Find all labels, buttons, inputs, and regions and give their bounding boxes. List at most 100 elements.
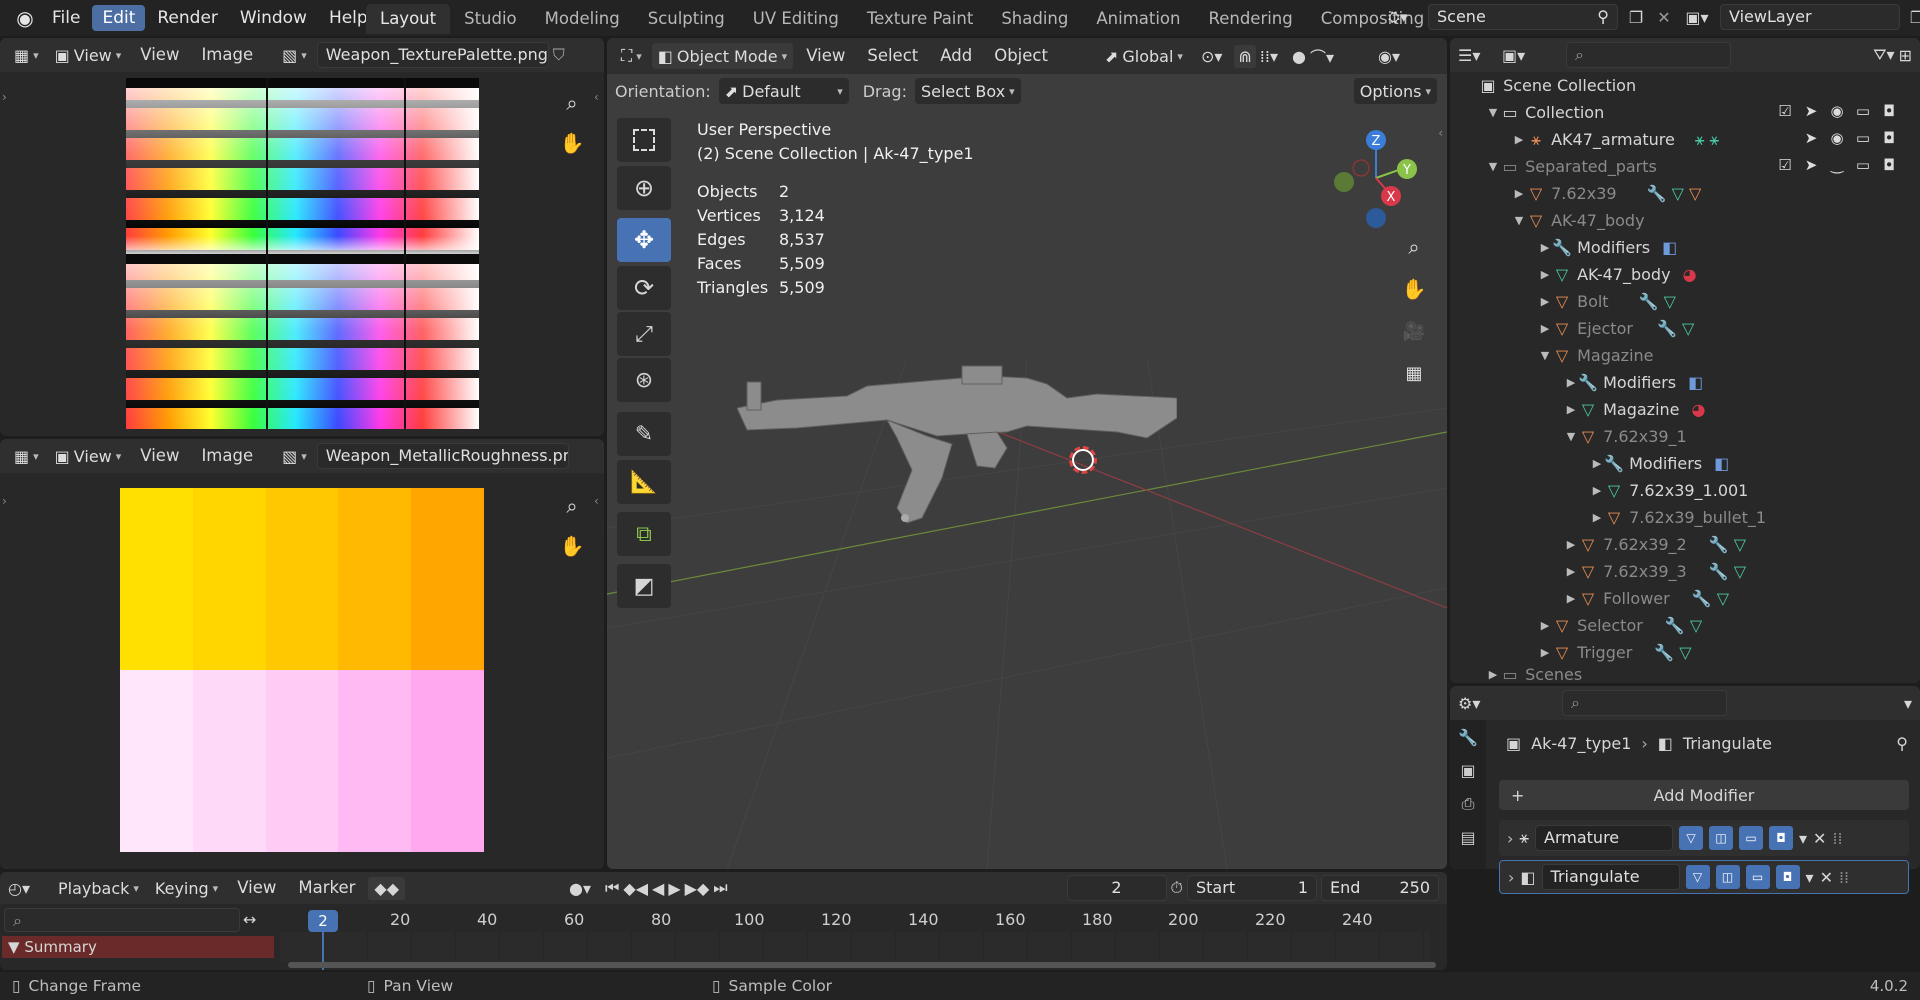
- expand-triangle-icon[interactable]: ▶: [1538, 646, 1552, 659]
- output-tab-icon[interactable]: ⎙: [1450, 794, 1486, 814]
- annotate-tool-icon[interactable]: ✎: [617, 412, 671, 456]
- menu-select[interactable]: Select: [858, 43, 927, 69]
- menu-view[interactable]: View: [131, 42, 188, 68]
- move-tool-icon[interactable]: ✥: [617, 218, 671, 262]
- tree-item[interactable]: ▶ ▽ Bolt 🔧 ▽: [1538, 288, 1676, 315]
- checkbox-icon[interactable]: ☑: [1774, 102, 1796, 120]
- tree-item[interactable]: ▣ Scene Collection: [1478, 72, 1636, 99]
- menu-image[interactable]: Image: [192, 443, 262, 469]
- drag-handle-icon[interactable]: ⁞⁞: [1839, 868, 1849, 887]
- image-browse-icon[interactable]: ▧ ▾: [276, 443, 313, 469]
- collapse-triangle-icon[interactable]: ▼: [1512, 214, 1526, 227]
- pan-hand-icon[interactable]: ✋: [555, 529, 589, 563]
- 3d-viewport[interactable]: ⛶ ▾ ◧ Object Mode ▾ View Select Add Object…: [607, 38, 1447, 869]
- prev-key-icon[interactable]: ◆◀: [623, 879, 648, 898]
- scene-selector-icon[interactable]: ⛭▾: [1388, 8, 1422, 26]
- view-mode-dropdown[interactable]: ▣ View ▾: [49, 42, 128, 68]
- snap-magnet-icon[interactable]: ⋒: [1234, 44, 1256, 68]
- tree-item[interactable]: ▼ ▭ Collection: [1486, 99, 1604, 126]
- tree-item[interactable]: ▶ 🔧 Modifiers ◧: [1538, 234, 1677, 261]
- jump-end-icon[interactable]: ⏭: [713, 878, 727, 898]
- summary-channel[interactable]: ▼ Summary: [2, 936, 274, 958]
- camera-frame-tool-icon[interactable]: ◩: [617, 564, 671, 608]
- filter-icon[interactable]: ⛛▾: [1873, 45, 1894, 65]
- menu-image[interactable]: Image: [192, 42, 262, 68]
- select-arrow-icon[interactable]: ➤: [1800, 102, 1822, 120]
- camera-render-icon[interactable]: ◘: [1878, 102, 1900, 120]
- keying-dropdown[interactable]: Keying ▾: [149, 875, 224, 901]
- edit-mode-toggle-icon[interactable]: ▽: [1685, 865, 1710, 889]
- monitor-icon[interactable]: ▭: [1852, 156, 1874, 174]
- menu-edit[interactable]: Edit: [92, 5, 146, 31]
- camera-render-icon[interactable]: ◘: [1878, 129, 1900, 147]
- collapse-arrow-icon[interactable]: ‹: [594, 494, 599, 508]
- eye-icon[interactable]: ◉: [1826, 129, 1848, 147]
- collapse-triangle-icon[interactable]: ▼: [1486, 160, 1500, 173]
- tree-item[interactable]: ▶ ▽ 7.62x39 🔧 ▽ ▽: [1512, 180, 1702, 207]
- expand-arrow-icon[interactable]: ›: [2, 494, 7, 508]
- image-name-field[interactable]: Weapon_MetallicRoughness.png: [316, 443, 569, 469]
- eye-closed-icon[interactable]: ‿: [1826, 156, 1848, 174]
- edit-mode-toggle-icon[interactable]: ▽: [1679, 826, 1704, 850]
- properties-search-input[interactable]: ⌕: [1562, 690, 1727, 716]
- 3d-cursor-icon[interactable]: [1069, 446, 1097, 474]
- viewport-toggle-icon[interactable]: ▭: [1745, 865, 1770, 889]
- render-toggle-icon[interactable]: ◘: [1775, 865, 1800, 889]
- monitor-icon[interactable]: ▭: [1852, 102, 1874, 120]
- expand-triangle-icon[interactable]: ▶: [1538, 295, 1552, 308]
- cursor-tool-icon[interactable]: ⊕: [617, 166, 671, 210]
- timeline-track[interactable]: [280, 932, 1430, 962]
- collapse-arrow-icon[interactable]: ‹: [594, 90, 599, 104]
- tab-layout[interactable]: Layout: [366, 4, 451, 34]
- editor-type-icon[interactable]: ◴▾: [8, 879, 48, 898]
- swap-icon[interactable]: ↔: [243, 910, 256, 929]
- remove-modifier-icon[interactable]: ✕: [1820, 868, 1833, 887]
- select-box-tool-icon[interactable]: [617, 118, 671, 162]
- jump-start-icon[interactable]: ⏮: [605, 878, 619, 898]
- collapse-triangle-icon[interactable]: ▼: [1564, 430, 1578, 443]
- tab-rendering[interactable]: Rendering: [1194, 4, 1306, 34]
- expand-triangle-icon[interactable]: ▶: [1538, 268, 1552, 281]
- tree-item[interactable]: ▼ ▽ Magazine: [1538, 342, 1654, 369]
- zoom-icon[interactable]: ⌕: [555, 86, 589, 120]
- blender-logo-icon[interactable]: ◉: [10, 6, 40, 30]
- expand-chevron-icon[interactable]: ›: [1507, 829, 1513, 848]
- play-reverse-icon[interactable]: ◀: [652, 879, 664, 898]
- end-frame-field[interactable]: End 250: [1321, 875, 1439, 901]
- drag-handle-icon[interactable]: ⁞⁞: [1832, 829, 1842, 848]
- visibility-icon[interactable]: ◉▾: [1378, 47, 1400, 66]
- dropdown-chevron-icon[interactable]: ▾: [1799, 829, 1807, 848]
- falloff-icon[interactable]: ⌒▾: [1310, 44, 1334, 68]
- transform-orientation-dropdown[interactable]: ⬈ Global ▾: [1099, 43, 1189, 69]
- render-tab-icon[interactable]: ▣: [1450, 761, 1486, 780]
- tab-modeling[interactable]: Modeling: [531, 4, 634, 34]
- modifier-armature[interactable]: › ⚹ Armature ▽ ◫ ▭ ◘ ▾ ✕ ⁞⁞: [1499, 820, 1909, 856]
- start-frame-field[interactable]: Start 1: [1187, 875, 1317, 901]
- render-toggle-icon[interactable]: ◘: [1769, 826, 1794, 850]
- playback-dropdown[interactable]: Playback ▾: [52, 875, 145, 901]
- camera-icon[interactable]: 🎥: [1397, 314, 1431, 348]
- expand-triangle-icon[interactable]: ▶: [1512, 187, 1526, 200]
- menu-add[interactable]: Add: [931, 43, 981, 69]
- editor-type-icon[interactable]: ⛶ ▾: [615, 43, 648, 69]
- ak47-model[interactable]: [737, 358, 1177, 558]
- tab-studio[interactable]: Studio: [450, 4, 531, 34]
- menu-file[interactable]: File: [42, 5, 90, 31]
- expand-triangle-icon[interactable]: ▶: [1590, 511, 1604, 524]
- checkbox-icon[interactable]: ☑: [1774, 156, 1796, 174]
- snap-target-icon[interactable]: ⁞⁞▾: [1260, 47, 1278, 66]
- editor-type-icon[interactable]: ☰▾: [1458, 46, 1498, 65]
- tree-item[interactable]: ▶ ▽ Magazine ◕: [1564, 396, 1706, 423]
- zoom-icon[interactable]: ⌕: [1397, 230, 1431, 264]
- tab-uv-editing[interactable]: UV Editing: [739, 4, 853, 34]
- tab-sculpting[interactable]: Sculpting: [634, 4, 739, 34]
- menu-marker[interactable]: Marker: [289, 875, 364, 901]
- image-name-field[interactable]: Weapon_TexturePalette.png: [316, 42, 549, 68]
- select-arrow-icon[interactable]: ➤: [1800, 156, 1822, 174]
- tree-item[interactable]: ▶ ▽ 7.62x39_3 🔧 ▽: [1564, 558, 1746, 585]
- dropdown-chevron-icon[interactable]: ▾: [1806, 868, 1814, 887]
- fake-user-shield-icon[interactable]: ⛉: [553, 45, 565, 65]
- monitor-icon[interactable]: ▭: [1852, 129, 1874, 147]
- stopwatch-icon[interactable]: ⏱: [1171, 878, 1183, 898]
- options-chevron-icon[interactable]: ▾: [1904, 694, 1912, 713]
